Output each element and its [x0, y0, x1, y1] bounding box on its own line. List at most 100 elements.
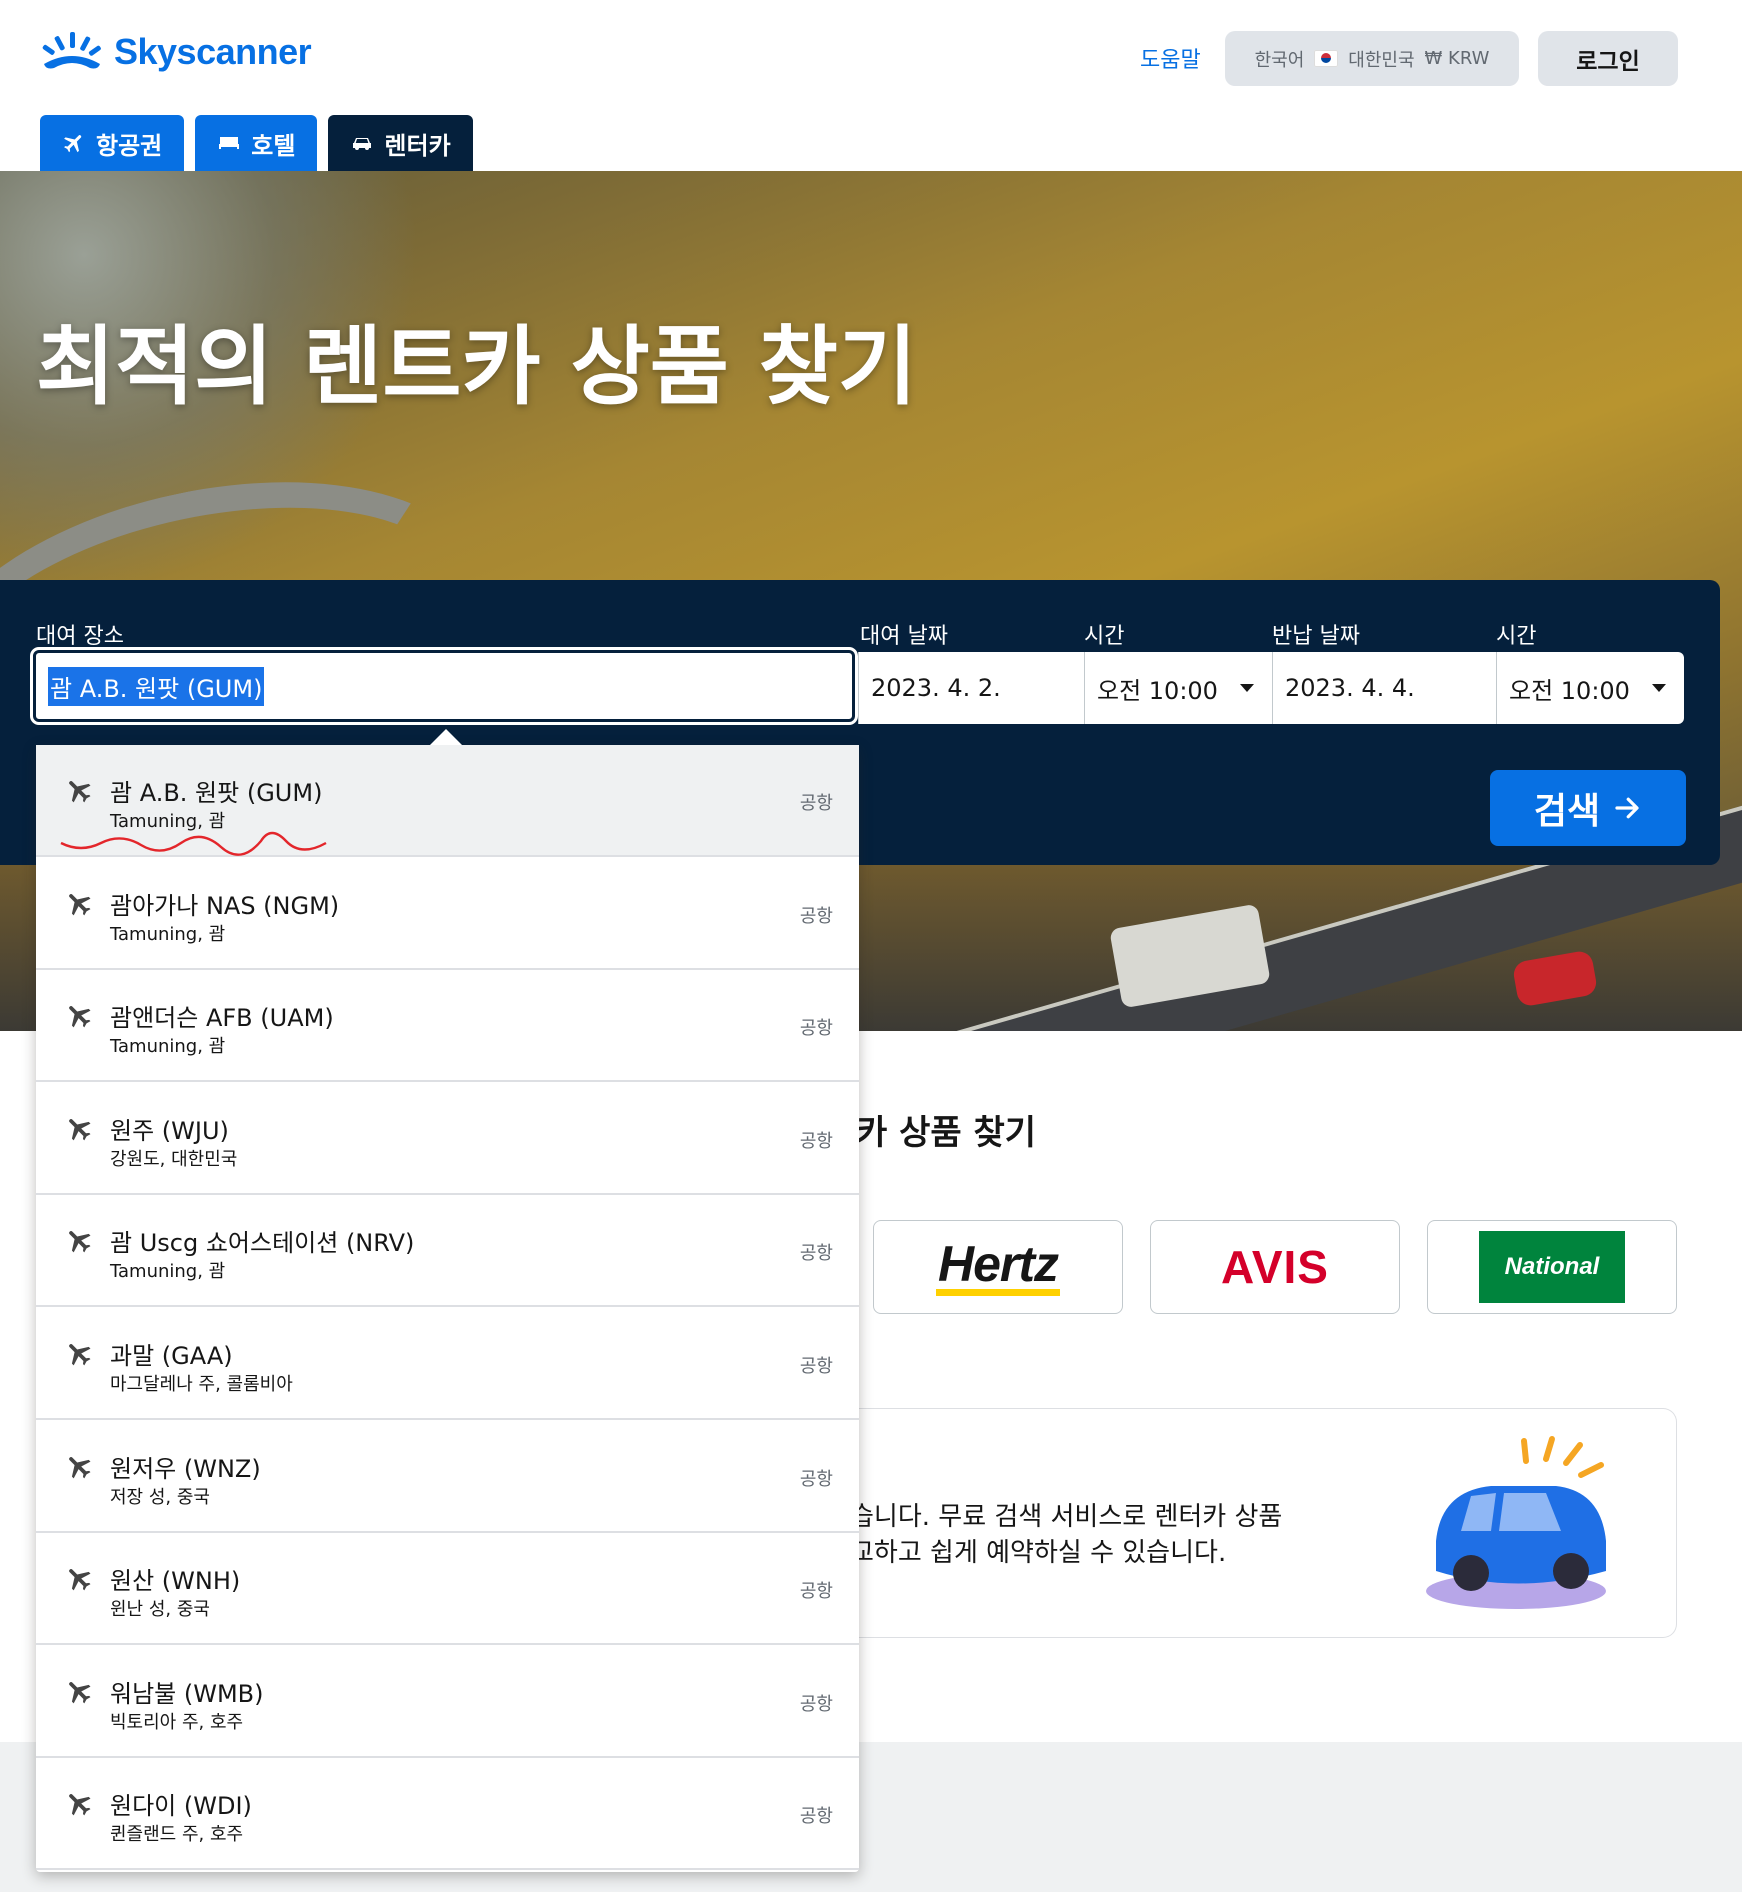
return-date-label: 반납 날짜	[1272, 624, 1360, 649]
tab-car-hire[interactable]: 렌터카	[328, 115, 473, 171]
info-text-line: 교하고 쉽게 예약하실 수 있습니다.	[850, 1538, 1227, 1568]
info-text: 습니다. 무료 검색 서비스로 렌터카 상품 교하고 쉽게 예약하실 수 있습니…	[850, 1499, 1370, 1571]
section-heading: 카 상품 찾기	[856, 1113, 1037, 1153]
plane-icon	[69, 1006, 91, 1028]
chevron-down-icon	[1652, 684, 1666, 692]
suggestion-item[interactable]: 괌아가나 NAS (NGM) Tamuning, 괌 공항	[36, 858, 859, 970]
suggestion-type: 공항	[799, 793, 833, 814]
korea-flag-icon	[1314, 50, 1339, 67]
arrow-right-icon	[1615, 797, 1639, 819]
suggestion-name: 괌아가나 NAS (NGM)	[110, 891, 340, 920]
pickup-time-select[interactable]: 오전 10:00	[1084, 652, 1272, 724]
suggestion-item[interactable]: 원산 (WNH) 윈난 성, 중국 공항	[36, 1533, 859, 1646]
currency-label: ₩ KRW	[1424, 48, 1490, 69]
suggestion-location: 윈난 성, 중국	[110, 1599, 210, 1621]
suggestion-name: 워남불 (WMB)	[110, 1679, 264, 1708]
suggestion-location: 저장 성, 중국	[110, 1486, 210, 1508]
plane-icon	[69, 893, 91, 915]
tab-label: 렌터카	[384, 131, 451, 160]
brand-card-hertz[interactable]: Hertz	[873, 1220, 1123, 1314]
return-time-value: 오전 10:00	[1509, 676, 1630, 705]
plane-icon	[69, 781, 91, 803]
suggestion-type: 공항	[799, 1130, 833, 1152]
suggestion-type: 공항	[799, 1018, 833, 1040]
suggestion-item[interactable]: 원주 (WJU) 강원도, 대한민국 공항	[36, 1083, 859, 1195]
suggestion-name: 괌앤더슨 AFB (UAM)	[110, 1004, 334, 1033]
suggestion-item[interactable]: 괌앤더슨 AFB (UAM) Tamuning, 괌 공항	[36, 970, 859, 1083]
return-time-label: 시간	[1496, 624, 1537, 649]
suggestion-item[interactable]: 원다이 (WDI) 퀸즐랜드 주, 호주 공항	[36, 1758, 859, 1871]
pickup-date-label: 대여 날짜	[860, 624, 948, 649]
plane-icon	[69, 1456, 91, 1478]
chevron-down-icon	[1240, 684, 1254, 692]
tab-label: 호텔	[251, 131, 296, 160]
plane-icon	[69, 1681, 91, 1704]
locale-selector-button[interactable]: 한국어 대한민국 ₩ KRW	[1225, 31, 1519, 86]
plane-icon	[69, 1231, 91, 1253]
login-button[interactable]: 로그인	[1538, 31, 1678, 86]
info-card: 습니다. 무료 검색 서비스로 렌터카 상품 교하고 쉽게 예약하실 수 있습니…	[850, 1408, 1677, 1638]
tab-hotels[interactable]: 호텔	[195, 115, 318, 171]
tab-label: 항공권	[96, 131, 163, 160]
return-date-field[interactable]: 2023. 4. 4.	[1272, 652, 1496, 724]
suggestion-item[interactable]: 워남불 (WMB) 빅토리아 주, 호주 공항	[36, 1646, 859, 1758]
suggestion-location: 빅토리아 주, 호주	[110, 1711, 244, 1733]
suggestion-location: Tamuning, 괌	[110, 923, 226, 945]
suggestion-name: 원산 (WNH)	[110, 1567, 241, 1596]
help-link[interactable]: 도움말	[1140, 42, 1201, 74]
pickup-location-input[interactable]: 괌 A.B. 원팟 (GUM)	[30, 647, 858, 725]
country-label: 대한민국	[1348, 49, 1415, 71]
plane-icon	[64, 135, 82, 153]
suggestion-item[interactable]: 괌 A.B. 원팟 (GUM) Tamuning, 괌 공항	[36, 745, 859, 857]
return-time-select[interactable]: 오전 10:00	[1496, 652, 1684, 724]
sunrise-logo-icon	[42, 32, 101, 69]
search-button[interactable]: 검색	[1490, 770, 1686, 846]
suggestion-item[interactable]: 과말 (GAA) 마그달레나 주, 콜롬비아 공항	[36, 1308, 859, 1420]
pickup-date-field[interactable]: 2023. 4. 2.	[858, 652, 1084, 724]
hertz-logo: Hertz	[935, 1239, 1061, 1296]
suggestion-name: 원주 (WJU)	[110, 1116, 229, 1145]
location-suggestions-dropdown: 괌 A.B. 원팟 (GUM) Tamuning, 괌 공항 괌아가나 NAS (NG…	[36, 729, 859, 1872]
bed-icon	[219, 137, 240, 149]
suggestion-item[interactable]: 괌 Uscg 쇼어스테이션 (NRV) Tamuning, 괌 공항	[36, 1195, 859, 1308]
suggestion-name: 과말 (GAA)	[110, 1342, 233, 1370]
avis-logo: AVIS	[1221, 1241, 1329, 1293]
suggestion-type: 공항	[799, 1693, 833, 1715]
pickup-time-label: 시간	[1084, 624, 1125, 649]
suggestion-type: 공항	[799, 905, 833, 927]
info-text-line: 습니다. 무료 검색 서비스로 렌터카 상품	[850, 1502, 1283, 1532]
site-header: Skyscanner 도움말 한국어 대한민국 ₩ KRW 로그인 항공권 호텔…	[0, 0, 1742, 171]
location-input-selected-text: 괌 A.B. 원팟 (GUM)	[48, 666, 265, 706]
suggestion-location: Tamuning, 괌	[110, 1261, 226, 1283]
car-illustration-icon	[1426, 1436, 1606, 1609]
language-label: 한국어	[1254, 49, 1305, 71]
location-label: 대여 장소	[36, 624, 124, 649]
pickup-time-value: 오전 10:00	[1097, 676, 1218, 705]
plane-icon	[69, 1794, 91, 1816]
suggestion-type: 공항	[799, 1806, 833, 1828]
national-logo: National	[1479, 1231, 1625, 1303]
suggestion-location: Tamuning, 괌	[110, 1036, 226, 1058]
suggestion-location: 강원도, 대한민국	[110, 1148, 238, 1170]
suggestion-location: 마그달레나 주, 콜롬비아	[110, 1374, 293, 1395]
skyscanner-logo[interactable]: Skyscanner	[40, 30, 312, 74]
plane-icon	[69, 1569, 91, 1591]
plane-icon	[69, 1118, 91, 1141]
suggestion-type: 공항	[799, 1243, 833, 1265]
suggestion-location: 퀸즐랜드 주, 호주	[110, 1824, 244, 1846]
suggestion-name: 원저우 (WNZ)	[110, 1454, 261, 1483]
suggestion-type: 공항	[799, 1581, 833, 1603]
hero-title: 최적의 렌트카 상품 찾기	[36, 317, 918, 417]
plane-icon	[69, 1344, 91, 1366]
tab-flights[interactable]: 항공권	[40, 115, 185, 171]
suggestion-name: 괌 Uscg 쇼어스테이션 (NRV)	[110, 1229, 415, 1258]
suggestion-name: 원다이 (WDI)	[110, 1792, 252, 1821]
logo-text: Skyscanner	[114, 31, 312, 72]
search-button-label: 검색	[1533, 791, 1601, 832]
brand-card-national[interactable]: National	[1427, 1220, 1677, 1314]
product-tabs: 항공권 호텔 렌터카	[40, 115, 473, 171]
brand-card-avis[interactable]: AVIS	[1150, 1220, 1400, 1314]
suggestion-item[interactable]: 원저우 (WNZ) 저장 성, 중국 공항	[36, 1421, 859, 1533]
suggestion-type: 공항	[799, 1356, 833, 1377]
car-icon	[353, 138, 372, 150]
